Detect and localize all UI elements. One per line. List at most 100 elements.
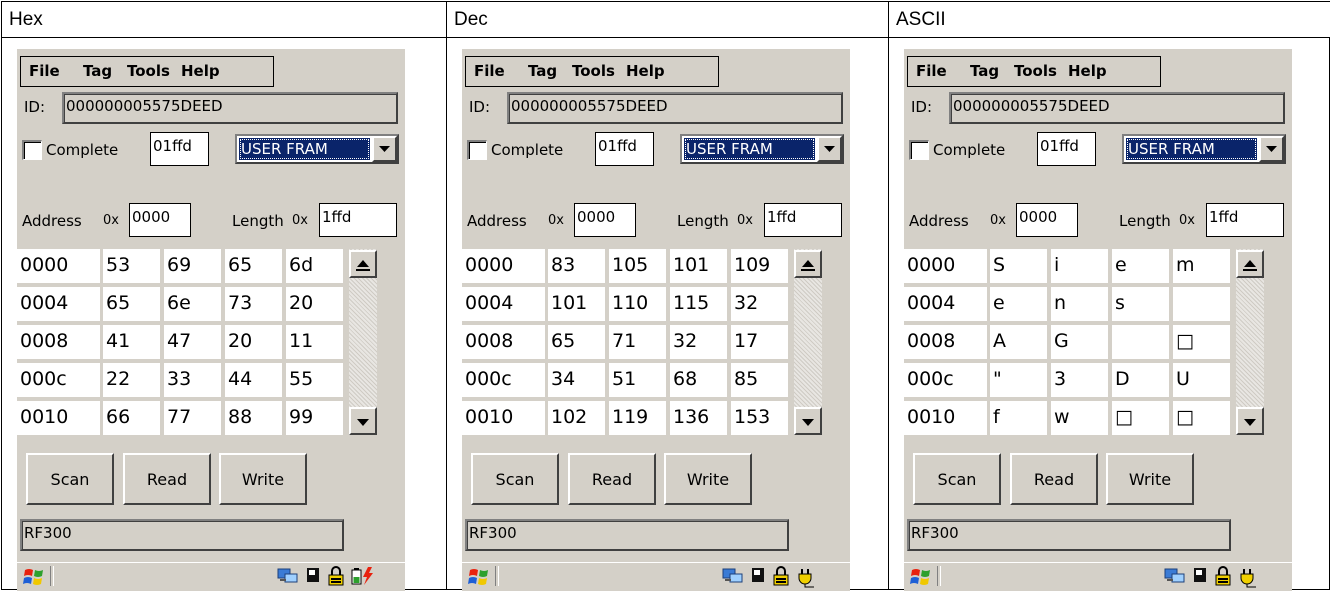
memory-cell[interactable]: 110 bbox=[609, 287, 666, 321]
windows-start-icon[interactable] bbox=[468, 567, 490, 591]
menu-tag[interactable]: Tag bbox=[528, 62, 557, 80]
network-icon[interactable] bbox=[1164, 566, 1186, 588]
memory-cell[interactable]: 105 bbox=[609, 249, 666, 283]
menu-file[interactable]: File bbox=[916, 62, 947, 80]
lock-icon[interactable] bbox=[1214, 566, 1232, 590]
address-input[interactable]: 0000 bbox=[129, 203, 191, 237]
memory-cell[interactable]: U bbox=[1173, 363, 1230, 397]
scroll-down-icon[interactable] bbox=[1236, 407, 1264, 435]
complete-value-input[interactable]: 01ffd bbox=[1037, 132, 1096, 166]
memory-cell[interactable]: " bbox=[990, 363, 1047, 397]
chevron-down-icon[interactable] bbox=[1259, 136, 1284, 162]
menu-help[interactable]: Help bbox=[1068, 62, 1107, 80]
memory-cell[interactable]: 85 bbox=[731, 363, 788, 397]
write-button[interactable]: Write bbox=[219, 453, 307, 505]
memory-cell[interactable]: 99 bbox=[286, 401, 343, 435]
length-input[interactable]: 1ffd bbox=[1206, 203, 1284, 237]
memory-cell[interactable]: 65 bbox=[225, 249, 282, 283]
memory-cell[interactable]: 65 bbox=[548, 325, 605, 359]
memory-cell[interactable]: □ bbox=[1173, 401, 1230, 435]
memory-cell[interactable]: n bbox=[1051, 287, 1108, 321]
address-input[interactable]: 0000 bbox=[574, 203, 636, 237]
read-button[interactable]: Read bbox=[123, 453, 211, 505]
memory-cell[interactable]: 53 bbox=[103, 249, 160, 283]
memory-cell[interactable]: 73 bbox=[225, 287, 282, 321]
memory-cell[interactable]: 6e bbox=[164, 287, 221, 321]
menu-help[interactable]: Help bbox=[626, 62, 665, 80]
memory-cell[interactable]: 47 bbox=[164, 325, 221, 359]
memory-cell[interactable]: A bbox=[990, 325, 1047, 359]
lock-icon[interactable] bbox=[327, 566, 345, 590]
battery-charging-icon[interactable] bbox=[351, 566, 375, 590]
memory-cell[interactable]: 115 bbox=[670, 287, 727, 321]
memory-cell[interactable]: 136 bbox=[670, 401, 727, 435]
read-button[interactable]: Read bbox=[568, 453, 656, 505]
memory-cell[interactable]: 3 bbox=[1051, 363, 1108, 397]
address-input[interactable]: 0000 bbox=[1016, 203, 1078, 237]
memory-cell[interactable]: 34 bbox=[548, 363, 605, 397]
memory-cell[interactable]: 33 bbox=[164, 363, 221, 397]
memory-cell[interactable]: 102 bbox=[548, 401, 605, 435]
memory-cell[interactable]: m bbox=[1173, 249, 1230, 283]
scroll-up-icon[interactable] bbox=[349, 250, 377, 278]
memory-cell[interactable]: e bbox=[1112, 249, 1169, 283]
memory-cell[interactable]: 41 bbox=[103, 325, 160, 359]
memory-cell[interactable]: G bbox=[1051, 325, 1108, 359]
scan-button[interactable]: Scan bbox=[471, 453, 559, 505]
memory-cell[interactable] bbox=[1173, 287, 1230, 321]
memory-cell[interactable]: 77 bbox=[164, 401, 221, 435]
memory-cell[interactable]: 101 bbox=[670, 249, 727, 283]
chevron-down-icon[interactable] bbox=[372, 136, 397, 162]
power-plug-icon[interactable] bbox=[796, 566, 818, 591]
memory-cell[interactable]: □ bbox=[1112, 401, 1169, 435]
memory-cell[interactable]: 71 bbox=[609, 325, 666, 359]
scroll-down-icon[interactable] bbox=[349, 407, 377, 435]
memory-cell[interactable]: 101 bbox=[548, 287, 605, 321]
memory-cell[interactable]: s bbox=[1112, 287, 1169, 321]
memory-cell[interactable]: 88 bbox=[225, 401, 282, 435]
card-icon[interactable] bbox=[1192, 566, 1208, 588]
scroll-up-icon[interactable] bbox=[1236, 250, 1264, 278]
memory-type-select[interactable]: USER FRAM bbox=[1122, 134, 1286, 164]
menu-tag[interactable]: Tag bbox=[970, 62, 999, 80]
memory-cell[interactable]: 20 bbox=[225, 325, 282, 359]
memory-cell[interactable]: 55 bbox=[286, 363, 343, 397]
memory-cell[interactable]: 119 bbox=[609, 401, 666, 435]
length-input[interactable]: 1ffd bbox=[319, 203, 397, 237]
network-icon[interactable] bbox=[277, 566, 299, 588]
read-button[interactable]: Read bbox=[1010, 453, 1098, 505]
memory-cell[interactable]: w bbox=[1051, 401, 1108, 435]
scroll-up-icon[interactable] bbox=[794, 250, 822, 278]
memory-cell[interactable]: □ bbox=[1173, 325, 1230, 359]
memory-cell[interactable]: e bbox=[990, 287, 1047, 321]
complete-checkbox[interactable] bbox=[909, 140, 929, 160]
memory-cell[interactable]: 44 bbox=[225, 363, 282, 397]
menu-file[interactable]: File bbox=[474, 62, 505, 80]
scan-button[interactable]: Scan bbox=[913, 453, 1001, 505]
menu-help[interactable]: Help bbox=[181, 62, 220, 80]
windows-start-icon[interactable] bbox=[910, 567, 932, 591]
menu-tools[interactable]: Tools bbox=[127, 62, 170, 80]
memory-cell[interactable]: 69 bbox=[164, 249, 221, 283]
complete-checkbox[interactable] bbox=[22, 140, 42, 160]
length-input[interactable]: 1ffd bbox=[764, 203, 842, 237]
memory-cell[interactable]: 6d bbox=[286, 249, 343, 283]
write-button[interactable]: Write bbox=[664, 453, 752, 505]
memory-type-select[interactable]: USER FRAM bbox=[680, 134, 844, 164]
menu-file[interactable]: File bbox=[29, 62, 60, 80]
memory-cell[interactable]: 51 bbox=[609, 363, 666, 397]
menu-tag[interactable]: Tag bbox=[83, 62, 112, 80]
scroll-down-icon[interactable] bbox=[794, 407, 822, 435]
scan-button[interactable]: Scan bbox=[26, 453, 114, 505]
memory-cell[interactable]: f bbox=[990, 401, 1047, 435]
write-button[interactable]: Write bbox=[1106, 453, 1194, 505]
lock-icon[interactable] bbox=[772, 566, 790, 590]
complete-checkbox[interactable] bbox=[467, 140, 487, 160]
memory-cell[interactable] bbox=[1112, 325, 1169, 359]
menu-tools[interactable]: Tools bbox=[1014, 62, 1057, 80]
memory-cell[interactable]: 20 bbox=[286, 287, 343, 321]
memory-cell[interactable]: 66 bbox=[103, 401, 160, 435]
memory-cell[interactable]: 22 bbox=[103, 363, 160, 397]
power-plug-icon[interactable] bbox=[1238, 566, 1260, 591]
menu-tools[interactable]: Tools bbox=[572, 62, 615, 80]
